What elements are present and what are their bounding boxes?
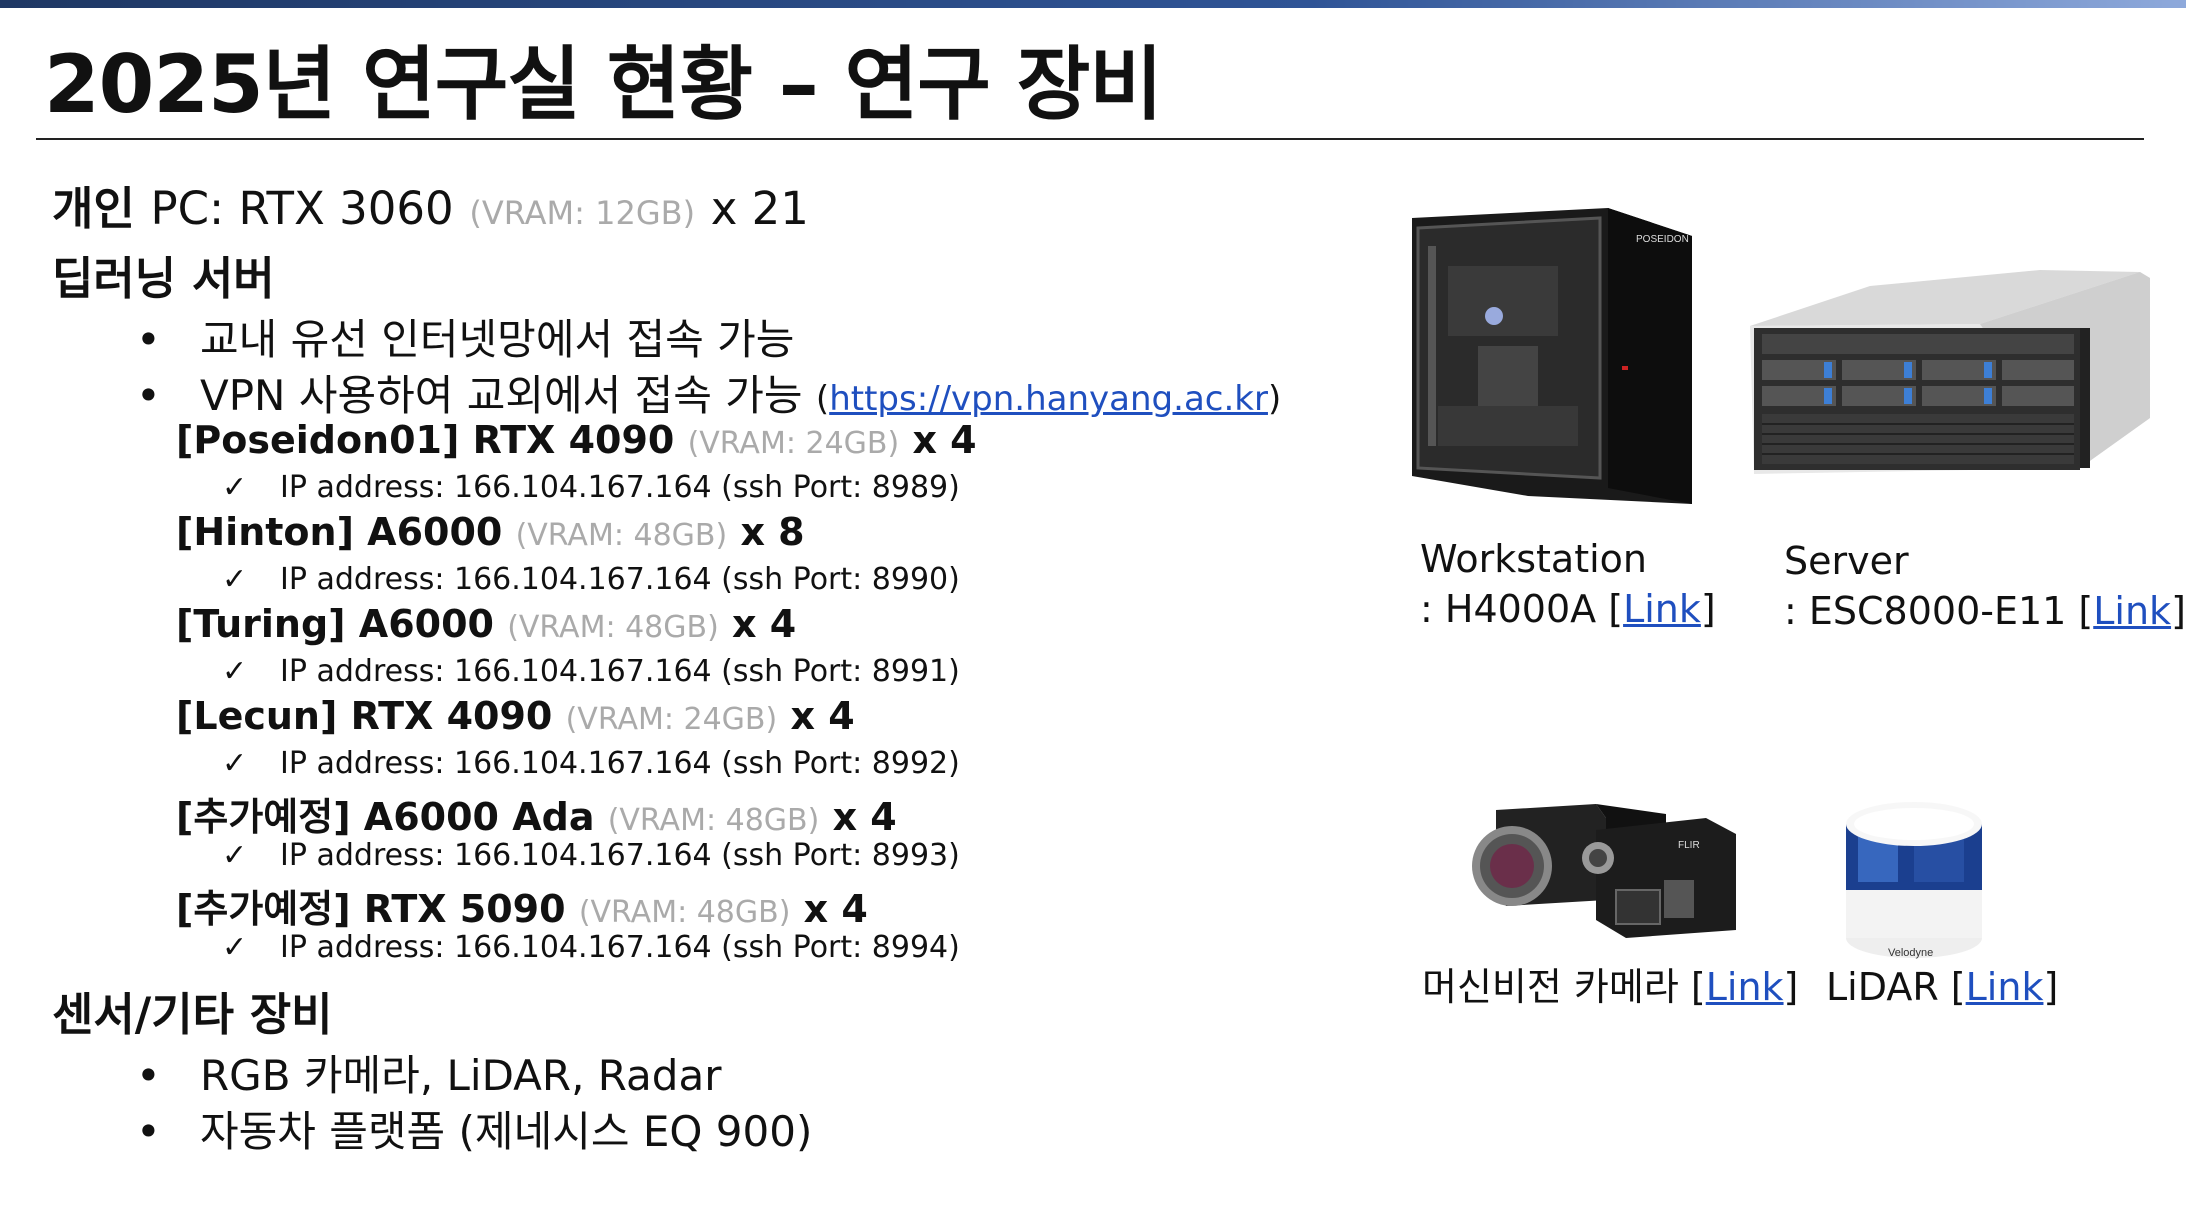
poseidon-brand: POSEIDON bbox=[1636, 234, 1689, 245]
server-ip-line: ✓ IP address: 166.104.167.164 (ssh Port: … bbox=[222, 930, 960, 965]
server-name: [Hinton] A6000 bbox=[176, 510, 503, 554]
bullet-icon: • bbox=[136, 315, 161, 364]
server-vram: (VRAM: 48GB) bbox=[578, 895, 791, 930]
server-count: x 4 bbox=[832, 795, 897, 839]
server-vram: (VRAM: 48GB) bbox=[507, 610, 719, 645]
dl-bullet-2: • VPN 사용하여 교외에서 접속 가능 (https://vpn.hanyan… bbox=[136, 362, 1281, 423]
bullet-icon: • bbox=[136, 371, 161, 420]
server-entry: [추가예정] RTX 5090 (VRAM: 48GB) x 4 bbox=[176, 878, 868, 933]
server-count: x 8 bbox=[740, 510, 805, 554]
server-ip-line: ✓ IP address: 166.104.167.164 (ssh Port: … bbox=[222, 654, 960, 689]
bracket-close: ] bbox=[1700, 587, 1716, 631]
server-entry: [Turing] A6000 (VRAM: 48GB) x 4 bbox=[176, 602, 796, 646]
workstation-caption: Workstation : H4000A [Link] bbox=[1420, 534, 1716, 634]
velodyne-brand: Velodyne bbox=[1888, 947, 1933, 959]
bullet-icon: • bbox=[136, 1107, 161, 1156]
server-count: x 4 bbox=[790, 694, 855, 738]
server-ip-line: ✓ IP address: 166.104.167.164 (ssh Port: … bbox=[222, 746, 960, 781]
bullet-icon: • bbox=[136, 1051, 161, 1100]
dl-bullet-text: VPN 사용하여 교외에서 접속 가능 bbox=[200, 371, 803, 420]
server-ip: IP address: 166.104.167.164 (ssh Port: 8… bbox=[280, 654, 960, 689]
lidar-label: LiDAR [ bbox=[1826, 965, 1966, 1009]
personal-pc-count: x 21 bbox=[710, 182, 809, 235]
machine-vision-camera-image: FLIR bbox=[1472, 804, 1736, 938]
workstation-caption-title: Workstation bbox=[1420, 537, 1647, 581]
dl-bullet-text: 교내 유선 인터넷망에서 접속 가능 bbox=[200, 315, 795, 364]
workstation-link[interactable]: Link bbox=[1623, 587, 1701, 631]
server-name: [추가예정] A6000 Ada bbox=[176, 795, 595, 839]
page-title: 2025년 연구실 현황 – 연구 장비 bbox=[44, 38, 1163, 131]
server-name: [Lecun] RTX 4090 bbox=[176, 694, 553, 738]
lidar-image: Velodyne bbox=[1846, 802, 1982, 959]
server-entry: [추가예정] A6000 Ada (VRAM: 48GB) x 4 bbox=[176, 786, 897, 841]
bracket-close: ] bbox=[2171, 589, 2186, 633]
server-ip: IP address: 166.104.167.164 (ssh Port: 8… bbox=[280, 838, 960, 873]
server-name: [Turing] A6000 bbox=[176, 602, 494, 646]
bracket-close: ] bbox=[2043, 965, 2059, 1009]
server-ip: IP address: 166.104.167.164 (ssh Port: 8… bbox=[280, 930, 960, 965]
sensor-bullet-2: • 자동차 플랫폼 (제네시스 EQ 900) bbox=[136, 1098, 812, 1159]
workstation-image: POSEIDON bbox=[1412, 208, 1692, 504]
check-icon: ✓ bbox=[222, 746, 248, 781]
dl-bullet-1: • 교내 유선 인터넷망에서 접속 가능 bbox=[136, 306, 794, 367]
title-divider bbox=[36, 138, 2144, 140]
camera-label: 머신비전 카메라 [ bbox=[1422, 965, 1706, 1009]
server-ip-line: ✓ IP address: 166.104.167.164 (ssh Port: … bbox=[222, 562, 960, 597]
sensor-bullet-text: 자동차 플랫폼 (제네시스 EQ 900) bbox=[200, 1107, 813, 1156]
server-vram: (VRAM: 24GB) bbox=[565, 702, 778, 737]
server-ip: IP address: 166.104.167.164 (ssh Port: 8… bbox=[280, 746, 960, 781]
camera-link[interactable]: Link bbox=[1706, 965, 1784, 1009]
lidar-caption: LiDAR [Link] bbox=[1826, 962, 2058, 1012]
sensors-heading: 센서/기타 장비 bbox=[52, 988, 333, 1041]
personal-pc-vram: (VRAM: 12GB) bbox=[469, 194, 696, 232]
vpn-link[interactable]: https://vpn.hanyang.ac.kr bbox=[829, 379, 1268, 419]
server-caption: Server : ESC8000-E11 [Link] bbox=[1784, 536, 2186, 636]
server-link[interactable]: Link bbox=[2093, 589, 2171, 633]
personal-pc-line: 개인 PC: RTX 3060 (VRAM: 12GB) x 21 bbox=[52, 172, 809, 237]
camera-caption: 머신비전 카메라 [Link] bbox=[1422, 962, 1798, 1012]
server-model: : ESC8000-E11 [ bbox=[1784, 589, 2094, 633]
personal-pc-heading: 개인 bbox=[52, 182, 135, 235]
paren-close: ) bbox=[1267, 379, 1282, 419]
check-icon: ✓ bbox=[222, 470, 248, 505]
server-entry: [Lecun] RTX 4090 (VRAM: 24GB) x 4 bbox=[176, 694, 855, 738]
server-count: x 4 bbox=[803, 887, 868, 931]
server-name: [Poseidon01] RTX 4090 bbox=[176, 418, 675, 462]
paren-open: ( bbox=[815, 379, 830, 419]
server-caption-title: Server bbox=[1784, 539, 1909, 583]
sensor-bullet-text: RGB 카메라, LiDAR, Radar bbox=[200, 1051, 722, 1100]
server-ip: IP address: 166.104.167.164 (ssh Port: 8… bbox=[280, 562, 960, 597]
server-ip: IP address: 166.104.167.164 (ssh Port: 8… bbox=[280, 470, 960, 505]
bracket-close: ] bbox=[1783, 965, 1799, 1009]
server-count: x 4 bbox=[912, 418, 977, 462]
server-entry: [Hinton] A6000 (VRAM: 48GB) x 8 bbox=[176, 510, 805, 554]
sensor-bullet-1: • RGB 카메라, LiDAR, Radar bbox=[136, 1042, 721, 1103]
check-icon: ✓ bbox=[222, 838, 248, 873]
server-vram: (VRAM: 48GB) bbox=[515, 518, 728, 553]
server-image bbox=[1750, 270, 2150, 474]
flir-brand: FLIR bbox=[1678, 840, 1700, 851]
server-ip-line: ✓ IP address: 166.104.167.164 (ssh Port: … bbox=[222, 470, 960, 505]
server-name: [추가예정] RTX 5090 bbox=[176, 887, 566, 931]
check-icon: ✓ bbox=[222, 562, 248, 597]
check-icon: ✓ bbox=[222, 930, 248, 965]
server-vram: (VRAM: 24GB) bbox=[687, 426, 900, 461]
top-accent-bar bbox=[0, 0, 2186, 8]
workstation-model: : H4000A [ bbox=[1420, 587, 1624, 631]
server-ip-line: ✓ IP address: 166.104.167.164 (ssh Port: … bbox=[222, 838, 960, 873]
server-vram: (VRAM: 48GB) bbox=[607, 803, 820, 838]
dl-server-heading: 딥러닝 서버 bbox=[52, 252, 275, 305]
check-icon: ✓ bbox=[222, 654, 248, 689]
server-count: x 4 bbox=[732, 602, 797, 646]
lidar-link[interactable]: Link bbox=[1966, 965, 2044, 1009]
server-entry: [Poseidon01] RTX 4090 (VRAM: 24GB) x 4 bbox=[176, 418, 977, 462]
personal-pc-label: PC: RTX 3060 bbox=[150, 182, 454, 235]
